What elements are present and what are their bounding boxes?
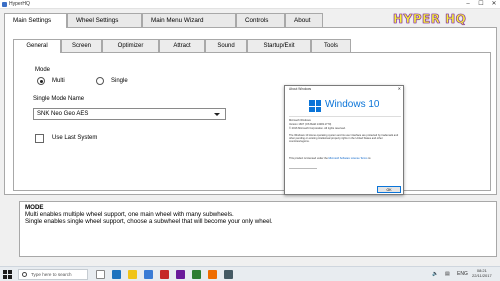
windows-logo-icon [309, 100, 321, 112]
use-last-system-checkbox[interactable] [35, 134, 44, 143]
chevron-down-icon [214, 112, 220, 116]
description-title: MODE [25, 204, 44, 211]
about-windows-dialog: About Windows ✕ Windows 10 Microsoft Win… [284, 85, 404, 195]
edge-icon[interactable] [112, 270, 121, 279]
about-line: Version 1607 (OS Build 14393.1770) [289, 123, 332, 126]
mode-multi-radio[interactable] [37, 77, 45, 85]
hyperhq-logo: HYPER HQ [393, 12, 467, 27]
app-icon-orange[interactable] [208, 270, 217, 279]
mode-label: Mode [35, 67, 51, 73]
about-license-text: This product is licensed under the Micro… [289, 157, 371, 160]
app-icon [2, 1, 7, 7]
taskbar-search-input[interactable]: Type here to search [18, 269, 88, 280]
tab-main-menu-wizard[interactable]: Main Menu Wizard [142, 13, 236, 27]
tab-attract[interactable]: Attract [159, 39, 205, 52]
single-mode-name-label: Single Mode Name [33, 96, 85, 102]
tab-general[interactable]: General [13, 39, 61, 53]
divider [289, 116, 401, 117]
search-icon [22, 272, 27, 277]
search-placeholder: Type here to search [31, 272, 72, 277]
app-icon-purple[interactable] [176, 270, 185, 279]
single-mode-name-value: SNK Neo Geo AES [37, 111, 89, 117]
network-icon[interactable]: ▤ [445, 271, 450, 277]
minimize-icon[interactable]: – [462, 0, 474, 9]
license-terms-link[interactable]: Microsoft Software License Terms [329, 157, 368, 160]
app-icon-grey[interactable] [224, 270, 233, 279]
use-last-system-label: Use Last System [52, 135, 98, 141]
tab-optimizer[interactable]: Optimizer [102, 39, 159, 52]
tray-language[interactable]: ENG [457, 271, 468, 277]
taskbar: Type here to search 🔈 ▤ ENG 08:21 22/11/… [0, 266, 500, 281]
general-panel [13, 52, 491, 191]
mode-multi-label: Multi [52, 78, 65, 84]
mode-single-radio[interactable] [96, 77, 104, 85]
task-view-icon[interactable] [96, 270, 105, 279]
about-body-text: The Windows 10 Home operating system and… [289, 134, 399, 143]
app-icon-red[interactable] [160, 270, 169, 279]
description-line: Multi enables multiple wheel support, on… [25, 211, 234, 218]
tab-controls[interactable]: Controls [236, 13, 285, 27]
taskbar-clock[interactable]: 08:21 22/11/2017 [472, 268, 492, 278]
description-line: Single enables single wheel support, cho… [25, 218, 273, 225]
maximize-icon[interactable]: ☐ [475, 0, 487, 9]
mode-single-label: Single [111, 78, 128, 84]
about-line: Microsoft Windows [289, 119, 311, 122]
single-mode-name-select[interactable]: SNK Neo Geo AES [33, 108, 226, 120]
ok-button[interactable]: OK [377, 186, 401, 193]
close-icon[interactable]: ✕ [398, 86, 401, 91]
app-icon-green[interactable] [192, 270, 201, 279]
tab-screen[interactable]: Screen [61, 39, 102, 52]
close-icon[interactable]: ✕ [488, 0, 500, 9]
tab-sound[interactable]: Sound [205, 39, 247, 52]
licensed-user-field [289, 165, 317, 169]
store-icon[interactable] [144, 270, 153, 279]
tab-about[interactable]: About [285, 13, 323, 27]
windows-wordmark: Windows 10 [325, 99, 380, 110]
tab-startup-exit[interactable]: Startup/Exit [247, 39, 311, 52]
description-box: MODE Multi enables multiple wheel suppor… [19, 201, 497, 257]
file-explorer-icon[interactable] [128, 270, 137, 279]
windows-start-icon[interactable] [3, 270, 12, 279]
tab-tools[interactable]: Tools [311, 39, 351, 52]
about-dialog-title: About Windows [289, 87, 312, 91]
tab-wheel-settings[interactable]: Wheel Settings [67, 13, 142, 27]
window-title: HyperHQ [9, 1, 30, 7]
volume-icon[interactable]: 🔈 [432, 271, 438, 277]
about-line: © 2016 Microsoft Corporation. All rights… [289, 127, 346, 130]
tab-main-settings[interactable]: Main Settings [4, 13, 67, 28]
window-titlebar: HyperHQ – ☐ ✕ [0, 0, 500, 9]
